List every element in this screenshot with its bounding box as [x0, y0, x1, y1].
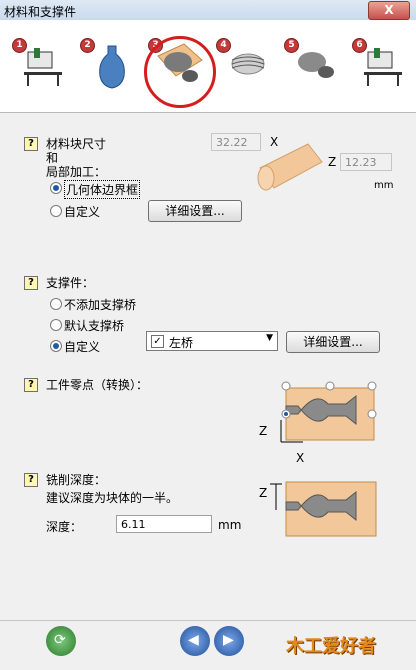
default-support-radio[interactable]	[50, 319, 62, 331]
material-details-button[interactable]: 详细设置...	[148, 200, 242, 222]
custom-support-label: 自定义	[64, 340, 101, 354]
arrow-right-icon: ▶	[223, 632, 234, 648]
material-block-preview-icon	[257, 143, 323, 191]
toolpath-icon	[231, 53, 265, 75]
workpiece-zero-label: 工件零点（转换）：	[46, 378, 149, 392]
machine-icon	[24, 48, 62, 86]
support-select-value: 左桥	[169, 336, 194, 350]
step-5-preview[interactable]: 5	[284, 34, 344, 104]
step-4-toolpath[interactable]: 4	[216, 34, 276, 104]
help-icon[interactable]: ?	[24, 378, 38, 392]
step-1-machine[interactable]: 1	[12, 34, 72, 104]
title-bar: 材料和支撑件 X	[0, 0, 416, 21]
step-2-model[interactable]: 2	[80, 34, 140, 104]
step-6-output[interactable]: 6	[352, 34, 412, 104]
footer-separator	[0, 620, 416, 621]
no-support-label: 不添加支撑桥	[64, 298, 137, 312]
depth-label: 铣削深度：	[46, 473, 107, 487]
support-details-button[interactable]: 详细设置...	[286, 331, 380, 353]
axis-arrows-icon	[280, 420, 303, 443]
depth-unit: mm	[218, 518, 242, 532]
bounding-box-radio[interactable]	[50, 182, 62, 194]
bridge-checkbox[interactable]: ✓	[151, 335, 164, 348]
model-preview-icon	[298, 52, 334, 78]
z-dimension-label: Z	[328, 155, 337, 169]
depth-z-axis-label: Z	[259, 486, 268, 500]
custom-material-label: 自定义	[64, 205, 101, 219]
watermark-logo: 木工爱好者	[286, 636, 376, 657]
output-machine-icon	[364, 48, 402, 86]
default-support-label: 默认支撑桥	[64, 319, 125, 333]
refresh-button[interactable]: ⟳	[46, 626, 76, 656]
back-button[interactable]: ◀	[180, 626, 210, 656]
support-label: 支撑件：	[46, 276, 95, 290]
bounding-box-label: 几何体边界框	[64, 180, 141, 199]
help-icon[interactable]: ?	[24, 473, 38, 487]
arrow-left-icon: ◀	[188, 632, 199, 648]
depth-field-label: 深度：	[46, 520, 83, 534]
close-button[interactable]: X	[368, 1, 410, 20]
depth-diagram	[270, 481, 377, 537]
refresh-icon: ⟳	[54, 632, 66, 648]
custom-material-radio[interactable]	[50, 205, 62, 217]
active-step-highlight	[144, 36, 216, 108]
depth-hint: 建议深度为块体的一半。	[46, 491, 179, 505]
material-label-partial: 局部加工：	[46, 165, 107, 179]
zero-z-axis-label: Z	[259, 424, 268, 438]
z-dimension-field[interactable]: 12.23	[340, 153, 392, 171]
help-icon[interactable]: ?	[24, 276, 38, 290]
no-support-radio[interactable]	[50, 298, 62, 310]
vase-model-icon	[99, 45, 125, 89]
depth-input[interactable]: 6.11	[116, 515, 212, 533]
next-button[interactable]: ▶	[214, 626, 244, 656]
unit-label: mm	[374, 180, 394, 191]
help-icon[interactable]: ?	[24, 137, 38, 151]
chevron-down-icon: ▼	[266, 333, 273, 343]
support-bridge-select[interactable]: ✓ 左桥 ▼	[146, 331, 278, 351]
zero-x-axis-label: X	[296, 451, 305, 465]
window-title: 材料和支撑件	[4, 5, 77, 19]
custom-support-radio[interactable]	[50, 340, 62, 352]
